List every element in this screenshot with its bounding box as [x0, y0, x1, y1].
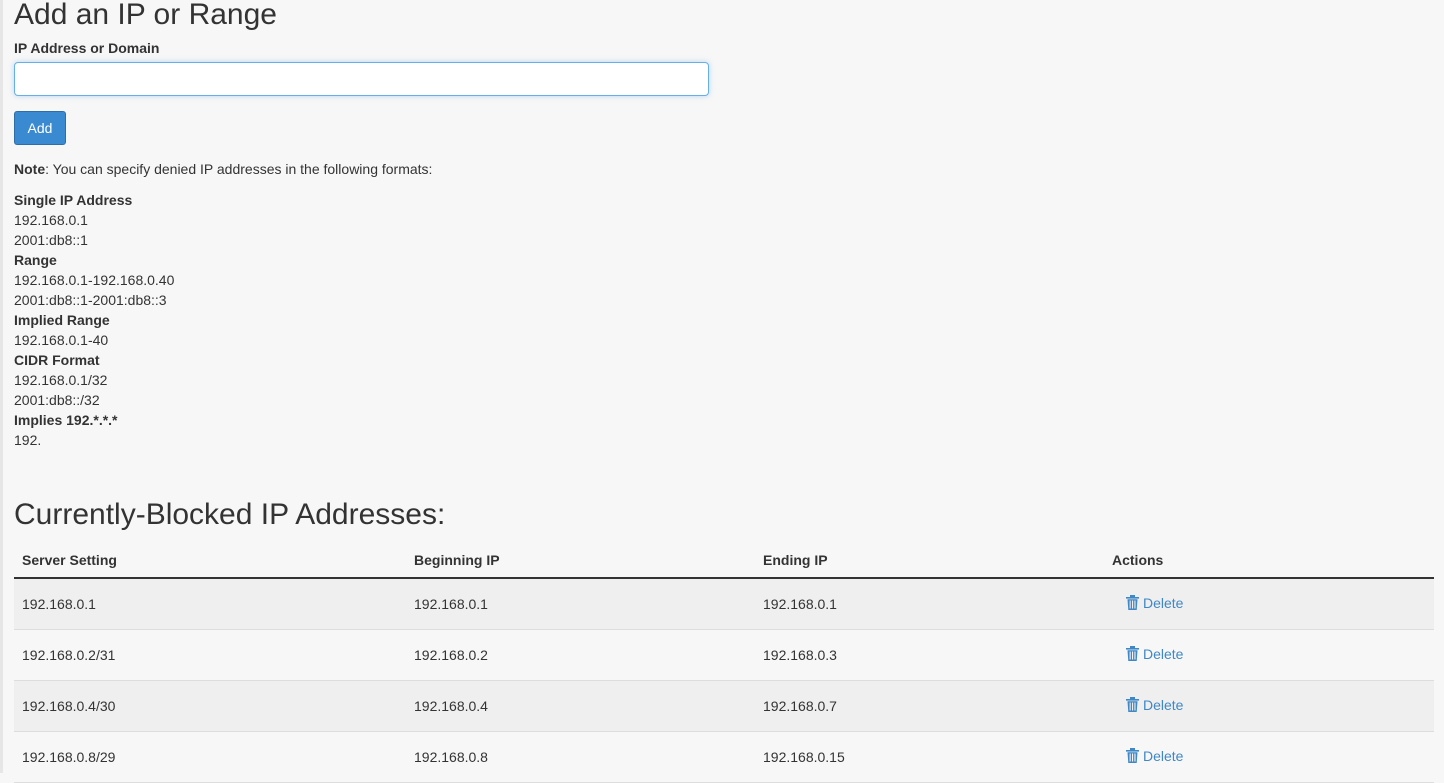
- table-row: 192.168.0.2/31 192.168.0.2 192.168.0.3 D…: [14, 629, 1434, 681]
- delete-label: Delete: [1143, 594, 1184, 611]
- ending-ip-cell: 192.168.0.1: [755, 578, 1104, 630]
- note-text: Note: You can specify denied IP addresse…: [14, 161, 432, 177]
- ending-ip-cell: 192.168.0.15: [755, 731, 1104, 783]
- note-body: : You can specify denied IP addresses in…: [45, 161, 433, 177]
- beginning-ip-cell: 192.168.0.4: [406, 680, 755, 732]
- actions-cell: Delete: [1104, 578, 1434, 630]
- trash-icon: [1126, 646, 1139, 662]
- server-setting-cell: 192.168.0.2/31: [14, 629, 406, 681]
- delete-label: Delete: [1143, 645, 1184, 662]
- format-example: 192.168.0.1: [14, 212, 88, 228]
- format-heading: Single IP Address: [14, 192, 133, 208]
- format-heading: Implied Range: [14, 312, 110, 328]
- format-example: 192.168.0.1-40: [14, 332, 109, 348]
- format-example: 2001:db8::/32: [14, 392, 100, 408]
- delete-label: Delete: [1143, 747, 1184, 764]
- beginning-ip-cell: 192.168.0.8: [406, 731, 755, 783]
- column-header-ending-ip: Ending IP: [755, 542, 1104, 579]
- format-example: 192.168.0.1-192.168.0.40: [14, 272, 175, 288]
- table-row: 192.168.0.1 192.168.0.1 192.168.0.1 Dele…: [14, 578, 1434, 630]
- add-button[interactable]: Add: [14, 111, 66, 145]
- ip-field-label: IP Address or Domain: [14, 40, 160, 56]
- blocked-section-title: Currently-Blocked IP Addresses:: [14, 498, 446, 531]
- column-header-beginning-ip: Beginning IP: [406, 542, 755, 579]
- beginning-ip-cell: 192.168.0.1: [406, 578, 755, 630]
- add-section-title: Add an IP or Range: [14, 0, 277, 31]
- table-header-row: Server Setting Beginning IP Ending IP Ac…: [14, 542, 1434, 579]
- left-border: [0, 0, 3, 773]
- delete-link[interactable]: Delete: [1112, 595, 1183, 611]
- delete-link[interactable]: Delete: [1112, 697, 1183, 713]
- delete-link[interactable]: Delete: [1112, 748, 1183, 764]
- format-list: Single IP Address 192.168.0.1 2001:db8::…: [14, 190, 174, 450]
- blocked-ip-table: Server Setting Beginning IP Ending IP Ac…: [14, 542, 1434, 783]
- format-example: 2001:db8::1-2001:db8::3: [14, 292, 167, 308]
- format-example: 2001:db8::1: [14, 232, 88, 248]
- ip-address-input[interactable]: [14, 62, 709, 96]
- delete-label: Delete: [1143, 696, 1184, 713]
- column-header-server-setting: Server Setting: [14, 542, 406, 579]
- ending-ip-cell: 192.168.0.3: [755, 629, 1104, 681]
- actions-cell: Delete: [1104, 680, 1434, 732]
- format-example: 192.168.0.1/32: [14, 372, 108, 388]
- format-heading: Range: [14, 252, 57, 268]
- trash-icon: [1126, 748, 1139, 764]
- delete-link[interactable]: Delete: [1112, 646, 1183, 662]
- server-setting-cell: 192.168.0.1: [14, 578, 406, 630]
- actions-cell: Delete: [1104, 629, 1434, 681]
- trash-icon: [1126, 697, 1139, 713]
- actions-cell: Delete: [1104, 731, 1434, 783]
- note-label: Note: [14, 161, 46, 177]
- trash-icon: [1126, 595, 1139, 611]
- format-example: 192.: [14, 432, 42, 448]
- format-heading: Implies 192.*.*.*: [14, 412, 118, 428]
- server-setting-cell: 192.168.0.4/30: [14, 680, 406, 732]
- table-row: 192.168.0.4/30 192.168.0.4 192.168.0.7 D…: [14, 680, 1434, 732]
- ending-ip-cell: 192.168.0.7: [755, 680, 1104, 732]
- format-heading: CIDR Format: [14, 352, 100, 368]
- column-header-actions: Actions: [1104, 542, 1434, 579]
- server-setting-cell: 192.168.0.8/29: [14, 731, 406, 783]
- beginning-ip-cell: 192.168.0.2: [406, 629, 755, 681]
- table-row: 192.168.0.8/29 192.168.0.8 192.168.0.15 …: [14, 731, 1434, 783]
